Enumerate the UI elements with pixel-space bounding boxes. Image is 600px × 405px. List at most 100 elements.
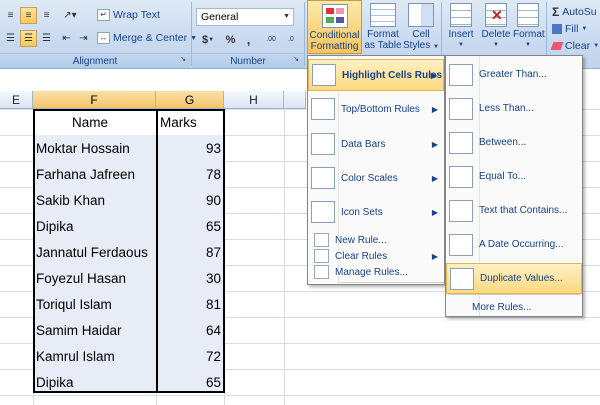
submenu-item[interactable]: A Date Occurring... xyxy=(446,229,582,260)
format-as-table-label1: Format xyxy=(367,29,399,40)
cell-name[interactable]: Moktar Hossain xyxy=(36,136,154,162)
cell-name[interactable]: Foyezul Hasan xyxy=(36,266,154,292)
cell-name[interactable]: Toriqul Islam xyxy=(36,292,154,318)
autosum-button[interactable]: Σ AutoSu xyxy=(552,5,597,19)
submenu-arrow-icon: ▶ xyxy=(431,104,438,114)
fill-button[interactable]: Fill ▼ xyxy=(552,23,587,35)
align-right-icon[interactable]: ☰ xyxy=(38,30,55,47)
chevron-down-icon: ▼ xyxy=(493,42,499,48)
submenu-arrow-icon: ▶ xyxy=(431,139,438,149)
table-header-name[interactable]: Name xyxy=(72,110,156,136)
group-separator xyxy=(304,2,305,66)
cell-name[interactable]: Jannatul Ferdaous xyxy=(36,240,154,266)
merge-center-icon: ↔ xyxy=(97,32,110,44)
merge-center-label: Merge & Center xyxy=(113,32,188,44)
cell-marks[interactable]: 81 xyxy=(158,292,221,318)
clear-button[interactable]: Clear ▼ xyxy=(550,40,600,52)
submenu-item-label: Between... xyxy=(479,137,527,148)
cell-marks[interactable]: 93 xyxy=(158,136,221,162)
cell-marks[interactable]: 65 xyxy=(158,370,221,396)
submenu-item[interactable]: Text that Contains... xyxy=(446,195,582,226)
decrease-indent-icon[interactable]: ⇤ xyxy=(58,30,75,47)
currency-button[interactable]: $ ▼ xyxy=(196,31,220,48)
submenu-arrow-icon: ▶ xyxy=(430,70,437,80)
cf-menu-small-item[interactable]: Clear Rules ▶ xyxy=(308,248,444,264)
alignment-launcher-icon[interactable]: ↘ xyxy=(178,54,188,64)
cell-name[interactable]: Farhana Jafreen xyxy=(36,162,154,188)
delete-label: Delete xyxy=(481,29,511,40)
format-button[interactable]: Format ▼ xyxy=(513,0,545,51)
number-launcher-icon[interactable]: ↘ xyxy=(291,54,301,64)
between-icon xyxy=(449,131,473,154)
merge-center-button[interactable]: ↔ Merge & Center ▼ xyxy=(97,32,197,44)
cf-menu-item[interactable]: Highlight Cells Rules ▶ xyxy=(308,59,444,91)
number-format-combo[interactable]: General ▼ xyxy=(196,8,294,26)
wrap-text-icon: ↵ xyxy=(97,9,110,21)
cell-name[interactable]: Sakib Khan xyxy=(36,188,154,214)
align-center-icon[interactable]: ☰ xyxy=(20,30,37,47)
cf-menu-item-label: Data Bars xyxy=(341,138,386,150)
text-contains-icon xyxy=(449,199,473,222)
column-header-h[interactable]: H xyxy=(224,91,284,109)
column-header-g[interactable]: G xyxy=(156,91,224,109)
delete-button[interactable]: ✕ Delete ▼ xyxy=(479,0,513,51)
group-label-number: Number xyxy=(192,53,304,68)
comma-button[interactable]: , xyxy=(240,31,257,48)
cell-marks[interactable]: 30 xyxy=(158,266,221,292)
column-header-i[interactable] xyxy=(284,91,306,109)
submenu-item[interactable]: Greater Than... xyxy=(446,59,582,90)
submenu-item[interactable]: Less Than... xyxy=(446,93,582,124)
align-bottom-icon[interactable]: ≡ xyxy=(38,7,55,24)
table-header-marks[interactable]: Marks xyxy=(160,110,220,136)
increase-decimal-button[interactable]: .00 xyxy=(262,31,280,48)
align-middle-icon[interactable]: ≡ xyxy=(20,7,37,24)
align-top-icon[interactable]: ≡ xyxy=(2,7,19,24)
cell-marks[interactable]: 90 xyxy=(158,188,221,214)
orientation-icon[interactable]: ↗▾ xyxy=(58,7,82,24)
conditional-formatting-menu: Highlight Cells Rules ▶ Top/Bottom Rules ▶ D… xyxy=(307,55,445,285)
align-left-icon[interactable]: ☰ xyxy=(2,30,19,47)
cell-marks[interactable]: 72 xyxy=(158,344,221,370)
menu-divider xyxy=(448,294,580,295)
cf-menu-item[interactable]: Data Bars ▶ xyxy=(308,128,444,160)
comma-symbol: , xyxy=(246,32,251,47)
manage-rules-icon xyxy=(314,265,329,279)
cell-name[interactable]: Dipika xyxy=(36,370,154,396)
cell-marks[interactable]: 64 xyxy=(158,318,221,344)
less-than-icon xyxy=(449,97,473,120)
conditional-formatting-button[interactable]: Conditional Formatting ▼ xyxy=(307,0,362,62)
cf-menu-item-label: Highlight Cells Rules xyxy=(342,69,443,81)
cell-name[interactable]: Samim Haidar xyxy=(36,318,154,344)
decrease-decimal-button[interactable]: .0 xyxy=(282,31,300,48)
submenu-item[interactable]: Duplicate Values... xyxy=(446,263,582,294)
cf-menu-item[interactable]: Top/Bottom Rules ▶ xyxy=(308,93,444,125)
wrap-text-button[interactable]: ↵ Wrap Text xyxy=(97,9,160,21)
cell-name[interactable]: Dipika xyxy=(36,214,154,240)
column-header-f[interactable]: F xyxy=(33,91,156,109)
new-rule-icon xyxy=(314,233,329,247)
submenu-item[interactable]: Equal To... xyxy=(446,161,582,192)
cf-menu-small-item[interactable]: Manage Rules... xyxy=(308,264,444,280)
increase-indent-icon[interactable]: ⇥ xyxy=(75,30,92,47)
cell-marks[interactable]: 87 xyxy=(158,240,221,266)
data-bars-icon xyxy=(311,133,335,155)
more-rules-item[interactable]: More Rules... xyxy=(472,299,531,315)
insert-button[interactable]: Insert ▼ xyxy=(444,0,478,51)
cell-styles-button[interactable]: Cell Styles ▼ xyxy=(403,0,439,53)
format-icon xyxy=(517,3,539,27)
chevron-down-icon: ▼ xyxy=(283,13,290,20)
cf-menu-small-item[interactable]: New Rule... xyxy=(308,232,444,248)
submenu-item-label: A Date Occurring... xyxy=(479,239,564,250)
cell-name[interactable]: Kamrul Islam xyxy=(36,344,154,370)
cell-marks[interactable]: 65 xyxy=(158,214,221,240)
submenu-item[interactable]: Between... xyxy=(446,127,582,158)
cf-menu-item[interactable]: Icon Sets ▶ xyxy=(308,196,444,228)
format-label: Format xyxy=(513,29,545,40)
chevron-down-icon: ▼ xyxy=(458,42,464,48)
column-header-e[interactable]: E xyxy=(0,91,33,109)
chevron-down-icon: ▼ xyxy=(593,43,600,49)
cell-marks[interactable]: 78 xyxy=(158,162,221,188)
cf-menu-item[interactable]: Color Scales ▶ xyxy=(308,162,444,194)
percent-button[interactable]: % xyxy=(222,31,239,48)
submenu-item-label: Text that Contains... xyxy=(479,205,568,216)
